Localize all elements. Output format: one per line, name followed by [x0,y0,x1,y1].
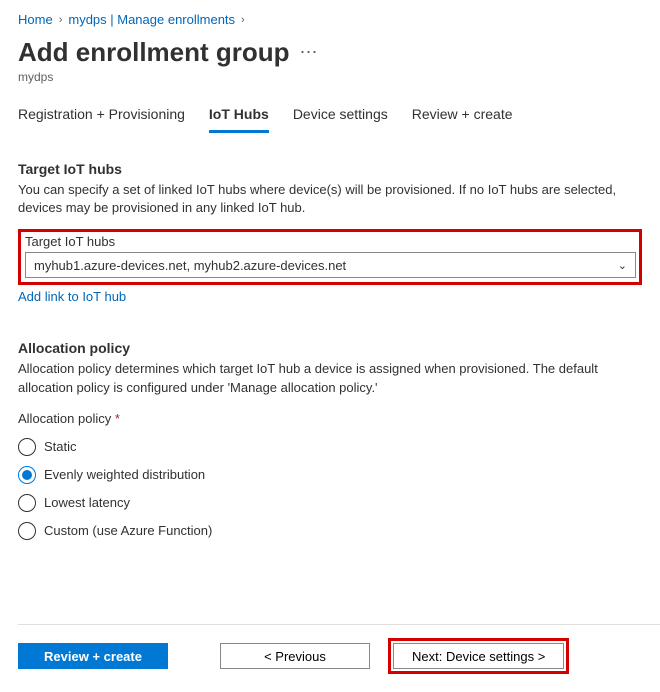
section-allocation-policy: Allocation policy Allocation policy dete… [18,340,642,539]
next-button-highlight: Next: Device settings > [388,638,569,674]
tab-device-settings[interactable]: Device settings [293,106,388,133]
tab-registration-provisioning[interactable]: Registration + Provisioning [18,106,185,133]
radio-icon [18,522,36,540]
section-heading: Target IoT hubs [18,161,642,177]
breadcrumb-home[interactable]: Home [18,12,53,27]
chevron-right-icon: › [241,14,245,26]
radio-label: Lowest latency [44,495,130,510]
section-description: You can specify a set of linked IoT hubs… [18,181,642,217]
target-hubs-highlight: Target IoT hubs myhub1.azure-devices.net… [18,229,642,285]
radio-evenly-weighted[interactable]: Evenly weighted distribution [18,466,642,484]
target-hubs-dropdown[interactable]: myhub1.azure-devices.net, myhub2.azure-d… [25,252,636,278]
tabs: Registration + Provisioning IoT Hubs Dev… [18,106,642,133]
radio-lowest-latency[interactable]: Lowest latency [18,494,642,512]
footer-bar: Review + create < Previous Next: Device … [0,624,660,692]
tab-iot-hubs[interactable]: IoT Hubs [209,106,269,133]
breadcrumb: Home › mydps | Manage enrollments › [18,12,642,27]
target-hubs-label: Target IoT hubs [25,234,636,249]
allocation-policy-label: Allocation policy [18,411,111,426]
radio-static[interactable]: Static [18,438,642,456]
radio-custom[interactable]: Custom (use Azure Function) [18,522,642,540]
radio-icon [18,438,36,456]
tab-review-create[interactable]: Review + create [412,106,513,133]
previous-button[interactable]: < Previous [220,643,370,669]
page-subtitle: mydps [18,70,642,84]
chevron-right-icon: › [59,14,63,26]
next-device-settings-button[interactable]: Next: Device settings > [393,643,564,669]
review-create-button[interactable]: Review + create [18,643,168,669]
chevron-down-icon: ⌄ [618,259,627,272]
page-title: Add enrollment group [18,37,290,68]
section-target-iot-hubs: Target IoT hubs You can specify a set of… [18,161,642,304]
radio-label: Evenly weighted distribution [44,467,205,482]
radio-label: Static [44,439,77,454]
section-description: Allocation policy determines which targe… [18,360,642,396]
allocation-policy-radio-group: Static Evenly weighted distribution Lowe… [18,438,642,540]
more-actions-button[interactable]: ⋯ [300,42,319,63]
add-link-iot-hub[interactable]: Add link to IoT hub [18,289,126,304]
radio-label: Custom (use Azure Function) [44,523,212,538]
radio-icon [18,494,36,512]
breadcrumb-dps[interactable]: mydps | Manage enrollments [68,12,235,27]
required-indicator: * [115,411,120,426]
target-hubs-value: myhub1.azure-devices.net, myhub2.azure-d… [34,258,346,273]
radio-icon [18,466,36,484]
section-heading: Allocation policy [18,340,642,356]
